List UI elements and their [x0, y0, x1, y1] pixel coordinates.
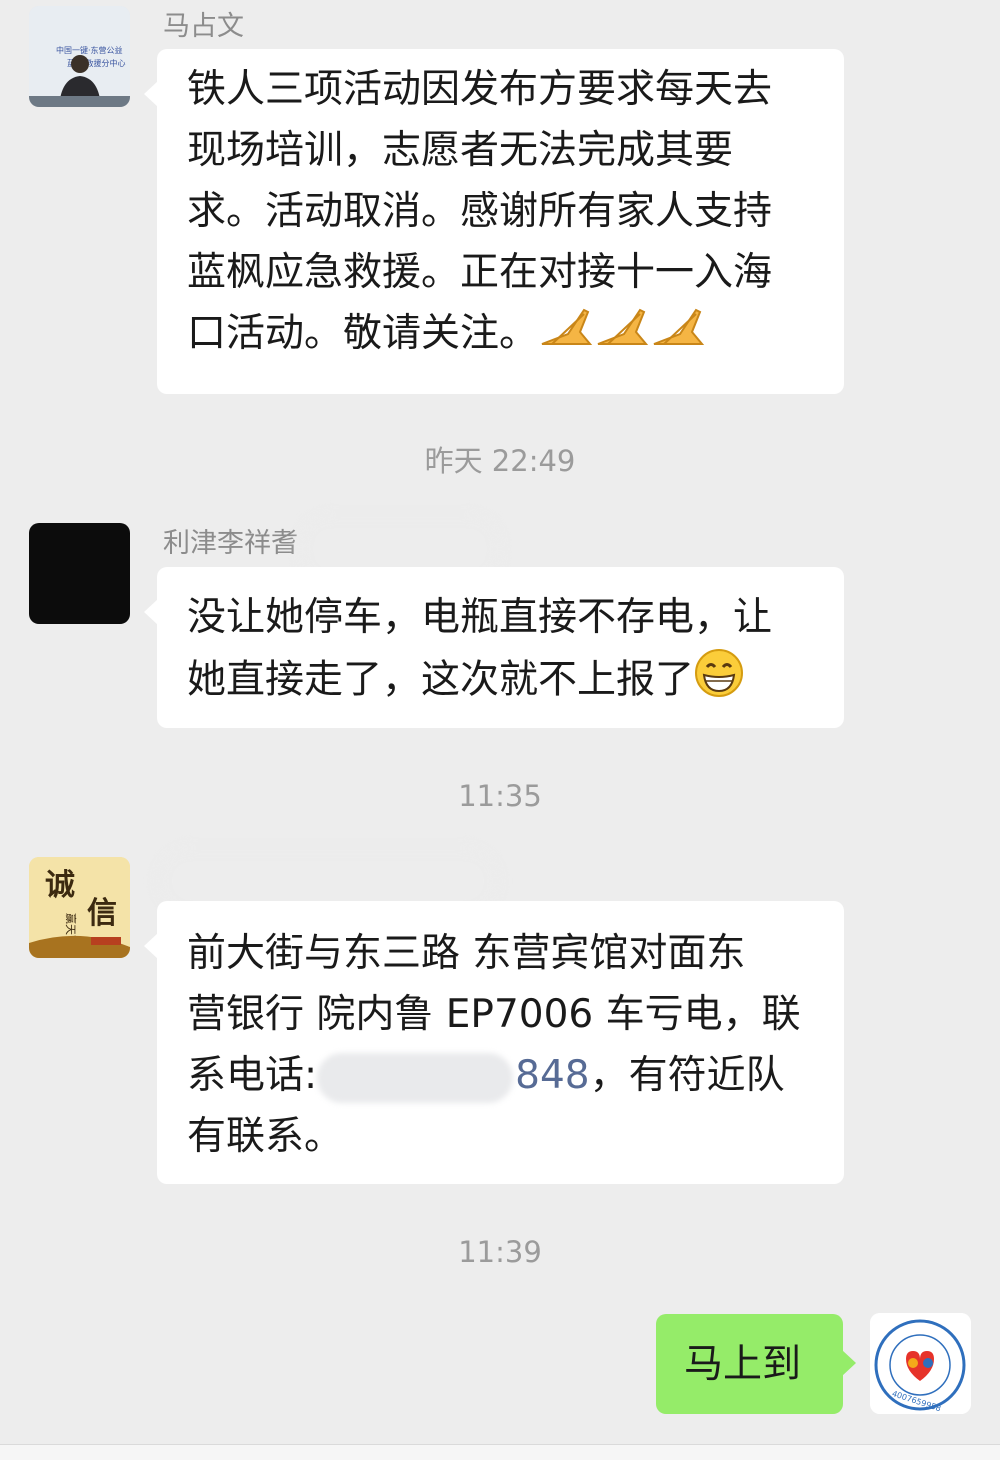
sender-avatar[interactable]: 中国一键·东营公益 蓝枫 救援分中心 [29, 6, 130, 107]
avatar-caption-1: 中国一键·东营公益 [56, 45, 123, 55]
chat-window: 中国一键·东营公益 蓝枫 救援分中心 马占文 铁人三项活动因发布方要求每天去 现… [0, 0, 1000, 1460]
sender-avatar[interactable]: 诚 信 赢天下 [29, 857, 130, 958]
avatar-caption-2: 信 [87, 896, 117, 931]
message-text-line: 系电话: [187, 1053, 318, 1098]
message-text-line: 现场培训，志愿者无法完成其要 [187, 128, 734, 173]
timestamp: 11:39 [458, 1235, 542, 1269]
timestamp: 昨天 22:49 [424, 444, 576, 478]
sender-avatar[interactable] [29, 523, 130, 624]
avatar-caption-1: 诚 [45, 868, 75, 903]
my-message-bubble[interactable]: 马上到 [656, 1314, 856, 1414]
timestamp: 11:35 [458, 779, 542, 813]
grinning-face-emoji-icon [694, 648, 744, 716]
message-text-line: 蓝枫应急救援。正在对接十一入海 [187, 250, 773, 295]
phone-number-link[interactable]: 848 [515, 1053, 589, 1098]
bottom-bar [0, 1444, 1000, 1460]
message-text-line: 没让她停车，电瓶直接不存电，让 [187, 595, 773, 640]
message-text-line: 铁人三项活动因发布方要求每天去 [187, 67, 773, 112]
message-text-line: 她直接走了，这次就不上报了 [187, 657, 695, 703]
redacted-phone-mask [317, 1052, 514, 1103]
praying-hands-emoji-icon [538, 304, 706, 368]
message-text-line: 营银行 院内鲁 EP7006 车亏电，联 [187, 992, 801, 1037]
message-bubble[interactable]: 铁人三项活动因发布方要求每天去 现场培训，志愿者无法完成其要 求。活动取消。感谢… [144, 49, 844, 394]
message-text-line: 口活动。敬请关注。 [187, 311, 539, 356]
message-bubble[interactable]: 没让她停车，电瓶直接不存电，让 她直接走了，这次就不上报了 [144, 567, 844, 728]
my-avatar[interactable]: 4007659958 [870, 1313, 971, 1414]
sender-name: 利津李祥耆 [163, 528, 298, 559]
message-text-line: 有联系。 [187, 1114, 344, 1159]
message-bubble[interactable]: 前大街与东三路 东营宾馆对面东 营银行 院内鲁 EP7006 车亏电，联 系电话… [144, 901, 844, 1184]
sender-name: 马占文 [163, 11, 244, 42]
message-text-line: 求。活动取消。感谢所有家人支持 [187, 189, 773, 234]
message-text-line: ，有符近队 [589, 1053, 785, 1098]
message-text-line: 马上到 [684, 1342, 802, 1387]
message-text-line: 前大街与东三路 东营宾馆对面东 [187, 931, 746, 976]
